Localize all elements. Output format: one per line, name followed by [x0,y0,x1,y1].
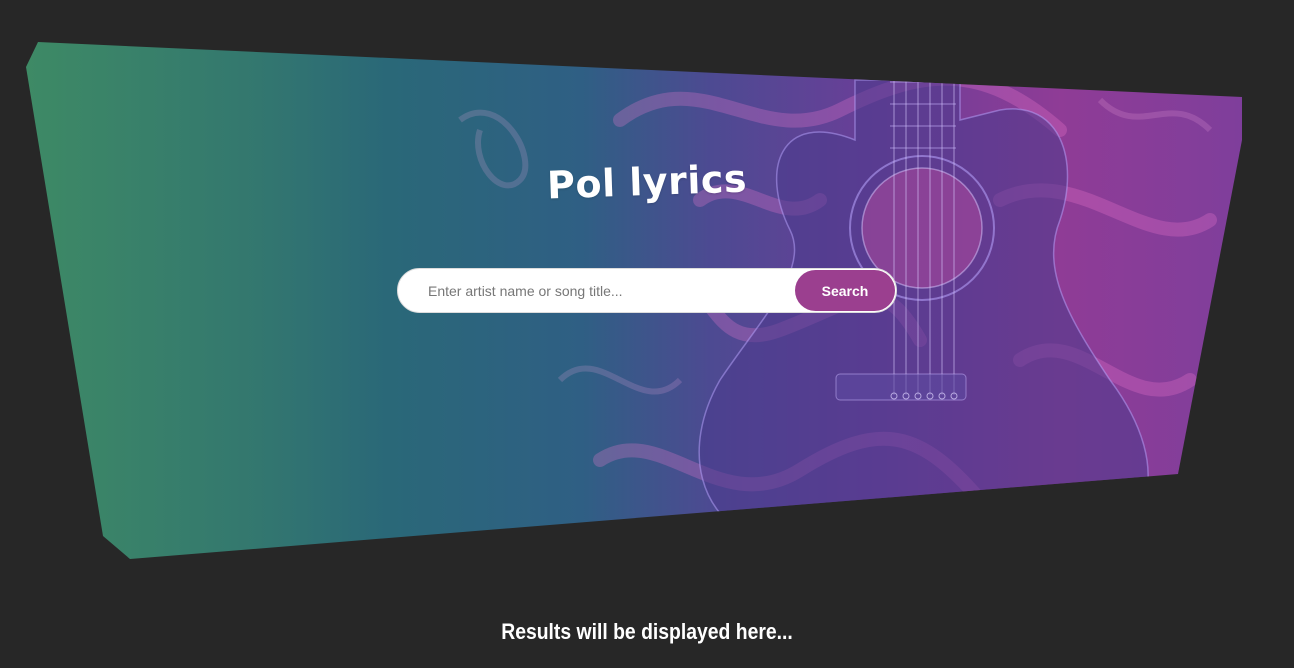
guitar-smoke-icon [458,71,1217,541]
results-placeholder: Results will be displayed here... [501,619,793,644]
search-form: Search [397,268,897,313]
search-input[interactable] [398,269,796,312]
search-button[interactable]: Search [795,270,895,311]
hero-banner: Pol lyrics Search [26,42,1242,559]
